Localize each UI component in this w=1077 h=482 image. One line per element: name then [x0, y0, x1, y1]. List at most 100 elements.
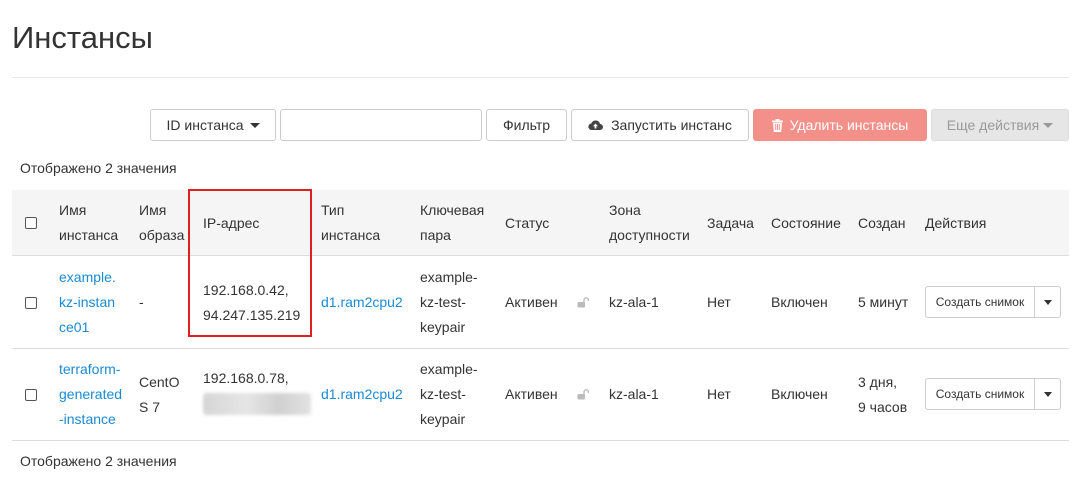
- table-header: Имя инстанса Имя образа IP-адрес Тип инс…: [12, 190, 1069, 256]
- header-text: Зона: [609, 202, 641, 218]
- flavor-link[interactable]: d1.ram2cpu2: [321, 257, 403, 348]
- more-actions-button[interactable]: Еще действия: [931, 109, 1069, 141]
- keypair-cell: example- kz-test- keypair: [420, 349, 478, 440]
- ip-address-cell: 192.168.0.42, 94.247.135.219: [203, 257, 300, 348]
- status-cell: Активен: [505, 386, 558, 402]
- header-status[interactable]: Статус: [505, 190, 549, 256]
- created-cell: 3 дня, 9 часов: [858, 349, 907, 440]
- header-text: доступности: [609, 227, 690, 243]
- filter-input[interactable]: [280, 109, 482, 141]
- unlock-icon[interactable]: [577, 297, 589, 308]
- zone-cell: kz-ala-1: [609, 294, 659, 310]
- row-actions-dropdown[interactable]: [1035, 286, 1061, 318]
- row-select-cell: [25, 257, 37, 348]
- instance-name-line: generated: [59, 386, 123, 402]
- filter-button[interactable]: Фильтр: [486, 109, 567, 141]
- chevron-down-icon: [1043, 391, 1052, 397]
- header-text: инстанса: [59, 227, 119, 243]
- lock-cell: [577, 257, 589, 348]
- title-divider: [12, 77, 1069, 78]
- keypair-text: example-: [420, 361, 478, 377]
- image-name-cell: CentO S 7: [139, 349, 179, 440]
- launch-instance-button[interactable]: Запустить инстанс: [571, 109, 749, 141]
- header-zone[interactable]: Зона доступности: [609, 190, 690, 256]
- ip-address-text: 192.168.0.42,: [203, 281, 289, 298]
- task-cell: Нет: [707, 294, 731, 310]
- header-text: IP-адрес: [203, 214, 260, 231]
- flavor-link[interactable]: d1.ram2cpu2: [321, 349, 403, 440]
- task-cell: Нет: [707, 386, 731, 402]
- unlock-icon[interactable]: [577, 389, 589, 400]
- keypair-text: kz-test-: [420, 386, 466, 402]
- header-text: инстанса: [321, 227, 381, 243]
- header-text: Задача: [707, 214, 754, 231]
- ip-address-cell: 192.168.0.78,: [203, 349, 311, 440]
- image-name-text: CentO: [139, 373, 180, 390]
- header-image[interactable]: Имя образа: [139, 190, 184, 256]
- row-actions-group: Создать снимок: [925, 378, 1061, 410]
- image-name-text: -: [139, 294, 144, 310]
- ip-address-text: 192.168.0.78,: [203, 370, 289, 386]
- table-row: terraform- generated -instance CentO S 7…: [12, 349, 1069, 441]
- instance-name-link[interactable]: example. kz-instan ce01: [59, 257, 116, 348]
- header-text: Ключевая: [420, 202, 485, 218]
- keypair-text: example-: [420, 269, 478, 285]
- created-text: 5 минут: [858, 294, 909, 310]
- launch-instance-label: Запустить инстанс: [611, 117, 732, 133]
- header-name[interactable]: Имя инстанса: [59, 190, 118, 256]
- header-text: Создан: [858, 214, 906, 231]
- ip-address-text: 94.247.135.219: [203, 306, 301, 323]
- header-task[interactable]: Задача: [707, 190, 754, 256]
- chevron-down-icon: [249, 122, 260, 128]
- instance-name-line: terraform-: [59, 361, 121, 377]
- select-all-cell: [25, 190, 37, 256]
- instance-name-line: ce01: [59, 319, 90, 335]
- header-text: Имя: [139, 202, 167, 218]
- header-keypair[interactable]: Ключевая пара: [420, 190, 484, 256]
- table-row: example. kz-instan ce01 - 192.168.0.42, …: [12, 257, 1069, 349]
- cloud-upload-icon: [588, 120, 604, 131]
- header-state[interactable]: Состояние: [771, 190, 841, 256]
- trash-icon: [771, 118, 783, 132]
- status-cell: Активен: [505, 294, 558, 310]
- chevron-down-icon: [1043, 299, 1052, 305]
- header-ip[interactable]: IP-адрес: [203, 190, 259, 256]
- create-snapshot-button[interactable]: Создать снимок: [925, 378, 1035, 410]
- filter-field-select[interactable]: ID инстанса: [150, 109, 276, 141]
- header-text: Действия: [925, 214, 987, 231]
- header-text: пара: [420, 227, 451, 243]
- instance-name-line: kz-instan: [59, 294, 116, 310]
- header-flavor[interactable]: Тип инстанса: [321, 190, 380, 256]
- items-count-bottom: Отображено 2 значения: [20, 453, 177, 469]
- image-name-text: S 7: [139, 398, 161, 415]
- row-checkbox[interactable]: [25, 296, 37, 309]
- redacted-ip: [203, 393, 311, 415]
- header-text: образа: [139, 227, 185, 243]
- row-actions-group: Создать снимок: [925, 286, 1061, 318]
- header-created[interactable]: Создан: [858, 190, 906, 256]
- created-text: 9 часов: [858, 398, 908, 415]
- header-actions: Действия: [925, 190, 986, 256]
- instance-name-link[interactable]: terraform- generated -instance: [59, 349, 122, 440]
- power-state-cell: Включен: [771, 386, 828, 402]
- header-text: Тип: [321, 202, 345, 218]
- created-text: 3 дня,: [858, 373, 898, 390]
- items-count-top: Отображено 2 значения: [20, 160, 177, 176]
- create-snapshot-button[interactable]: Создать снимок: [925, 286, 1035, 318]
- power-state-cell: Включен: [771, 294, 828, 310]
- instance-name-line: example.: [59, 269, 116, 285]
- zone-cell: kz-ala-1: [609, 386, 659, 402]
- row-checkbox[interactable]: [25, 388, 37, 401]
- keypair-text: keypair: [420, 319, 466, 335]
- header-text: Состояние: [771, 214, 841, 231]
- delete-instances-label: Удалить инстансы: [789, 117, 909, 133]
- instance-name-line: -instance: [59, 411, 116, 427]
- delete-instances-button[interactable]: Удалить инстансы: [753, 109, 927, 141]
- row-actions-dropdown[interactable]: [1035, 378, 1061, 410]
- select-all-checkbox[interactable]: [25, 217, 37, 229]
- keypair-cell: example- kz-test- keypair: [420, 257, 478, 348]
- header-text: Имя: [59, 202, 87, 218]
- keypair-text: kz-test-: [420, 294, 466, 310]
- row-select-cell: [25, 349, 37, 440]
- header-text: Статус: [505, 214, 550, 231]
